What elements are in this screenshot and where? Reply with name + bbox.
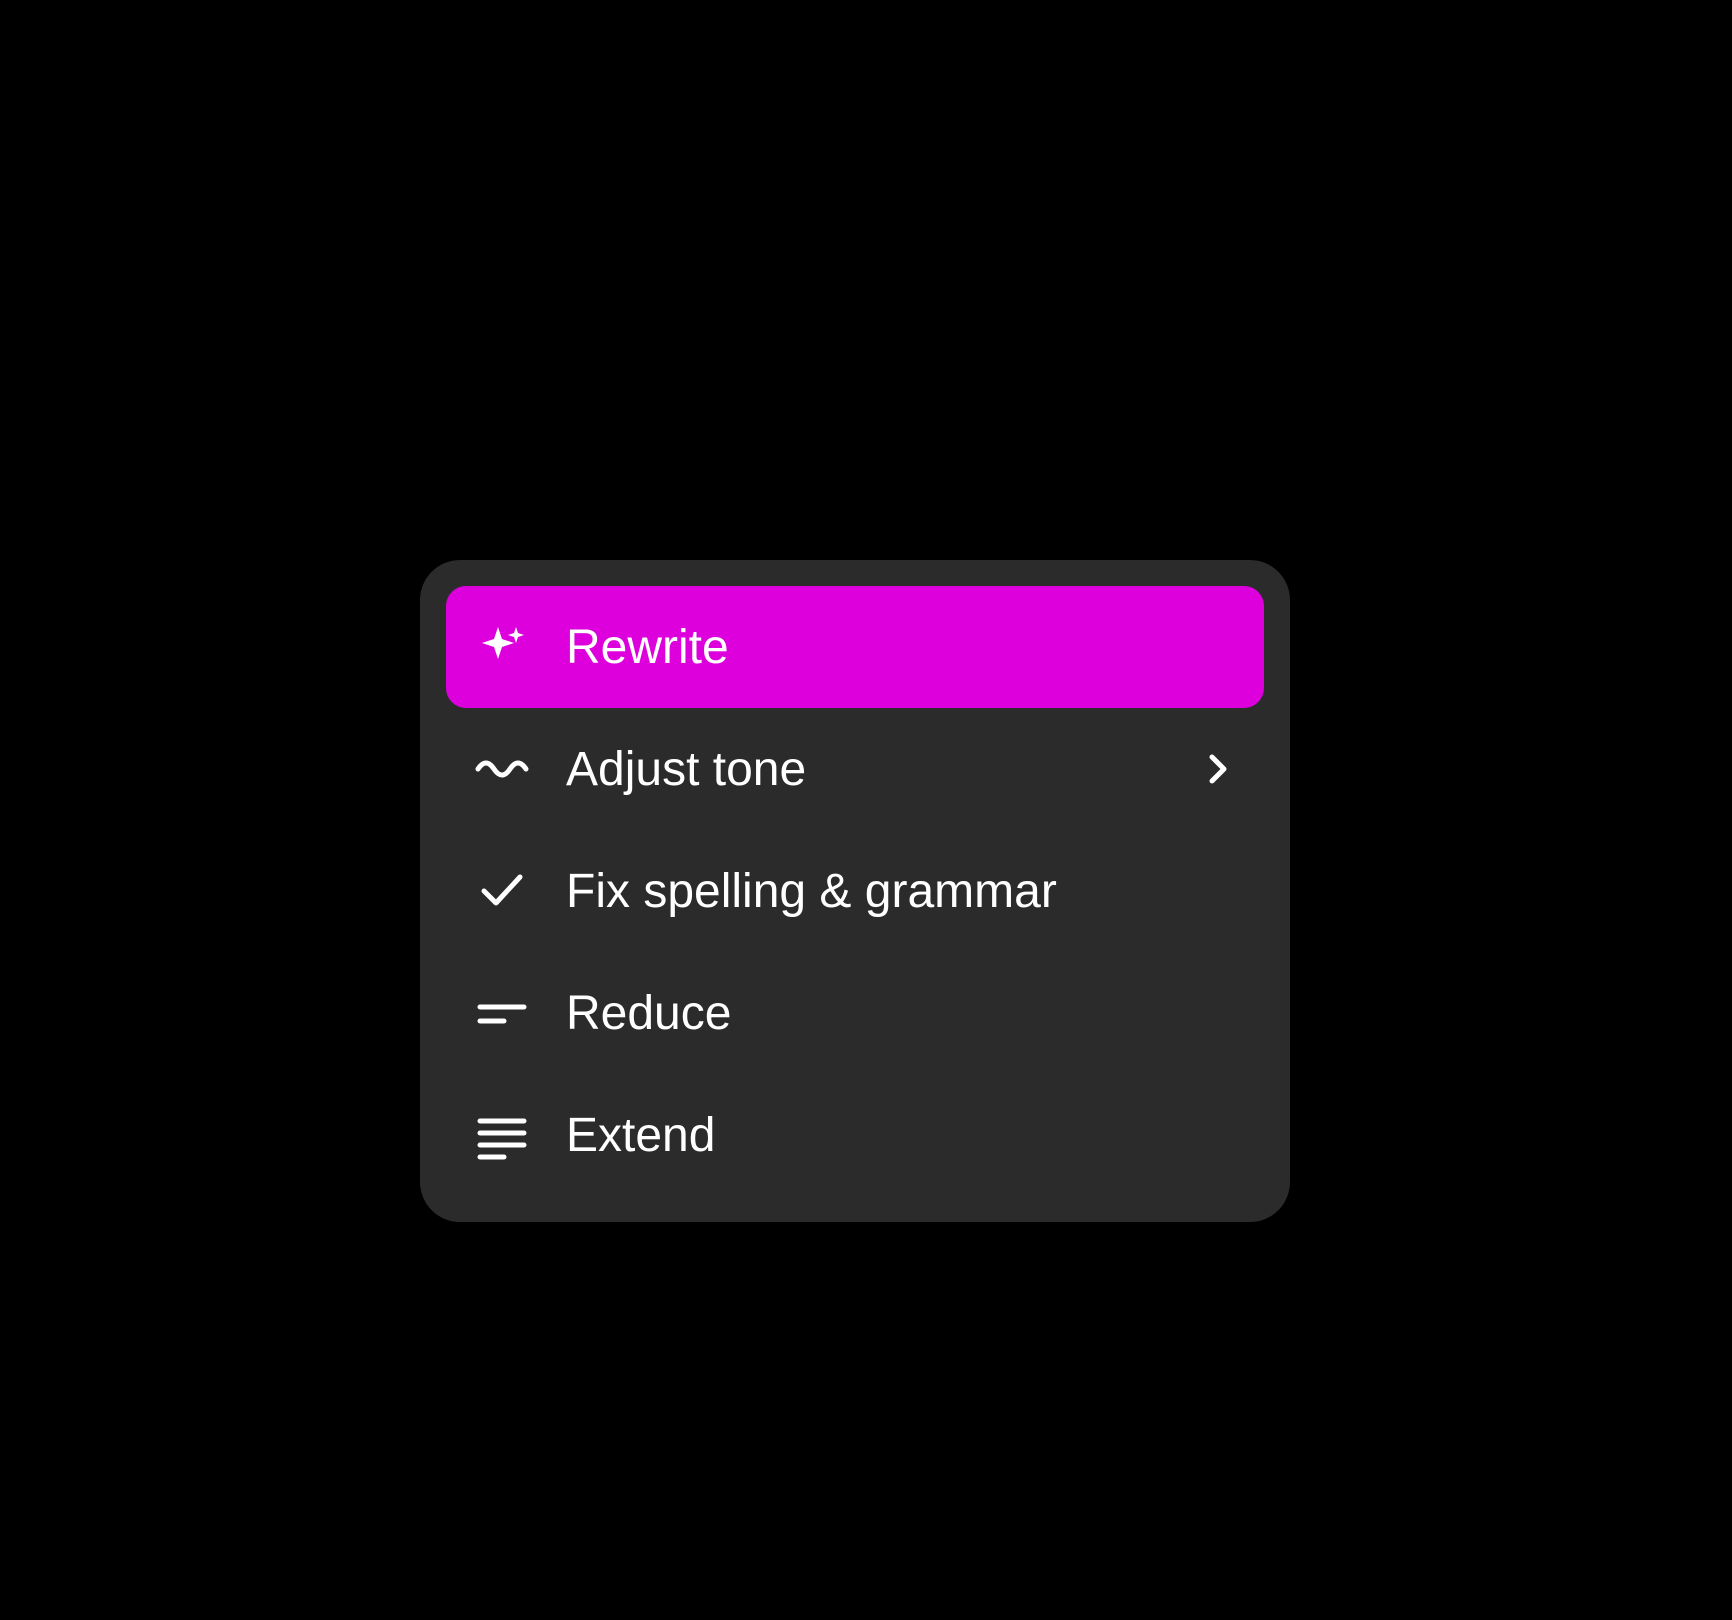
menu-item-reduce[interactable]: Reduce <box>446 952 1264 1074</box>
chevron-right-icon <box>1200 751 1236 787</box>
sparkle-icon <box>474 619 530 675</box>
menu-item-label: Rewrite <box>566 620 1236 675</box>
context-menu: Rewrite Adjust tone Fix spelling & gramm… <box>420 560 1290 1222</box>
reduce-icon <box>474 985 530 1041</box>
menu-item-label: Extend <box>566 1108 1236 1163</box>
wave-icon <box>474 741 530 797</box>
menu-item-fix-spelling[interactable]: Fix spelling & grammar <box>446 830 1264 952</box>
checkmark-icon <box>474 863 530 919</box>
menu-item-adjust-tone[interactable]: Adjust tone <box>446 708 1264 830</box>
menu-item-label: Reduce <box>566 986 1236 1041</box>
menu-item-label: Adjust tone <box>566 742 1200 797</box>
extend-icon <box>474 1107 530 1163</box>
menu-item-rewrite[interactable]: Rewrite <box>446 586 1264 708</box>
menu-item-label: Fix spelling & grammar <box>566 864 1236 919</box>
menu-item-extend[interactable]: Extend <box>446 1074 1264 1196</box>
